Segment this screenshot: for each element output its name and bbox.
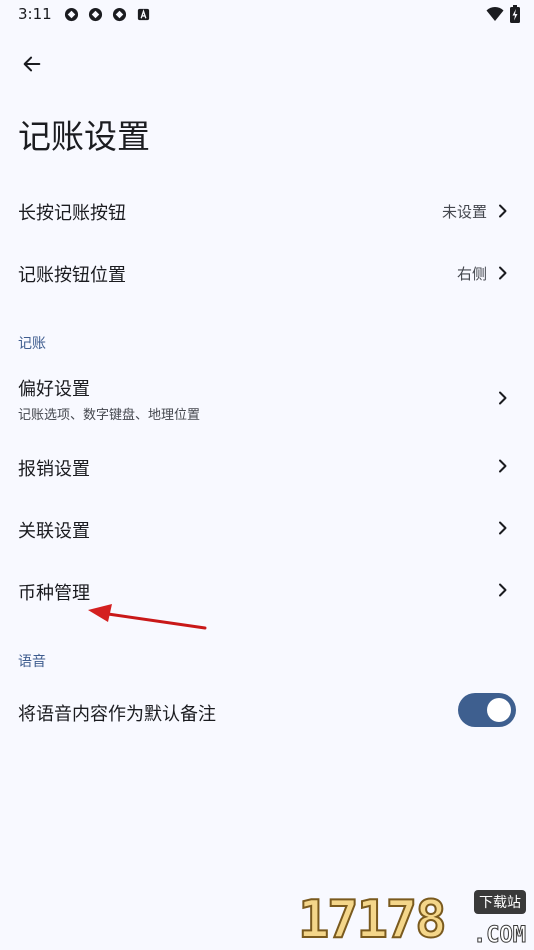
chevron-right-icon xyxy=(499,391,507,405)
status-time: 3:11 xyxy=(18,5,52,23)
app-notification-icon xyxy=(64,7,78,21)
section-header-voice: 语音 xyxy=(18,654,46,670)
watermark-domain: .COM xyxy=(473,923,527,949)
setting-label: 关联设置 xyxy=(18,521,90,542)
status-bar: 3:11 xyxy=(0,0,534,28)
status-right xyxy=(486,5,520,23)
setting-value: 未设置 xyxy=(441,203,487,221)
setting-reimbursement[interactable]: 报销设置 xyxy=(0,436,534,498)
chevron-right-icon xyxy=(499,204,507,218)
section-header-bookkeeping: 记账 xyxy=(18,336,46,352)
watermark-digits: 17178 xyxy=(297,889,448,950)
watermark-logo: 17178 下载站 .COM xyxy=(297,888,528,950)
setting-button-position[interactable]: 记账按钮位置 右侧 xyxy=(0,242,534,304)
arrow-left-icon xyxy=(23,56,41,72)
toggle-knob xyxy=(487,698,511,722)
setting-long-press-button[interactable]: 长按记账按钮 未设置 xyxy=(0,180,534,242)
chevron-right-icon xyxy=(499,583,507,597)
watermark-tag: 下载站 xyxy=(474,890,526,914)
battery-charging-icon xyxy=(510,5,520,23)
setting-label: 报销设置 xyxy=(18,459,90,480)
page-title: 记账设置 xyxy=(18,117,150,156)
annotation-arrow-icon xyxy=(88,604,207,630)
setting-preferences[interactable]: 偏好设置 记账选项、数字键盘、地理位置 xyxy=(0,362,534,434)
back-button[interactable] xyxy=(16,48,48,80)
voice-note-toggle[interactable] xyxy=(458,693,516,727)
setting-voice-default-note[interactable]: 将语音内容作为默认备注 xyxy=(0,680,534,742)
setting-value: 右侧 xyxy=(456,265,487,283)
setting-subtitle: 记账选项、数字键盘、地理位置 xyxy=(18,408,201,423)
a-square-icon xyxy=(137,8,149,20)
chevron-right-icon xyxy=(499,459,507,473)
wifi-icon xyxy=(486,6,504,21)
setting-label: 记账按钮位置 xyxy=(18,265,126,286)
app-notification-icon xyxy=(88,7,102,21)
app-notification-icon xyxy=(112,7,126,21)
setting-label: 长按记账按钮 xyxy=(18,203,126,224)
chevron-right-icon xyxy=(499,521,507,535)
chevron-right-icon xyxy=(499,266,507,280)
setting-label: 将语音内容作为默认备注 xyxy=(18,704,216,725)
setting-association[interactable]: 关联设置 xyxy=(0,498,534,560)
setting-label: 偏好设置 xyxy=(18,379,90,400)
